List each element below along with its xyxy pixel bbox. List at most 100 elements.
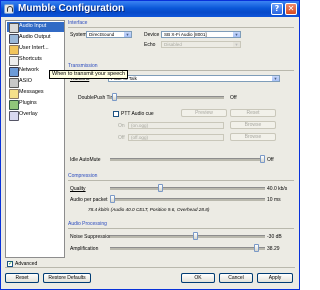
window-title: Mumble Configuration — [18, 3, 125, 14]
ptt-audio-cue-label: PTT Audio cue — [121, 111, 154, 117]
off-label: Off — [118, 135, 125, 141]
ptt-audio-cue-checkbox[interactable] — [113, 111, 119, 117]
sidebar-item-label: ASIO — [19, 78, 32, 84]
preview-button[interactable]: Preview — [181, 109, 227, 117]
off-file-input[interactable]: (off.ogg) — [128, 134, 224, 141]
noise-suppression-value: -30 dB — [267, 234, 282, 240]
amplification-slider[interactable] — [110, 244, 265, 252]
quality-value: 40.0 kb/s — [267, 186, 288, 192]
compression-section-title: Compression — [68, 173, 98, 179]
footer-divider — [5, 267, 295, 268]
overlay-icon — [9, 111, 19, 121]
divider — [68, 27, 294, 28]
audio-per-packet-slider[interactable] — [110, 195, 265, 203]
sidebar-item-label: Overlay — [19, 111, 38, 117]
doublepush-slider[interactable] — [112, 93, 224, 101]
sidebar-item-label: Shortcuts — [19, 56, 42, 62]
echo-label: Echo — [144, 42, 156, 48]
sidebar-item-label: Plugins — [19, 100, 37, 106]
reset-cue-button[interactable]: Reset — [230, 109, 276, 117]
restore-defaults-button[interactable]: Restore Defaults — [43, 273, 91, 283]
settings-panel: Interface System DirectSound ▼ Device SB… — [68, 20, 296, 258]
close-button[interactable]: ✕ — [285, 3, 297, 15]
slider-thumb[interactable] — [254, 244, 259, 252]
sidebar-item-shortcuts[interactable]: Shortcuts — [7, 55, 64, 66]
transmit-select[interactable]: Push To Talk ▼ — [108, 75, 280, 82]
divider — [68, 228, 294, 229]
echo-value: Disabled — [164, 42, 182, 47]
slider-track — [110, 235, 265, 238]
sidebar-item-label: Network — [19, 67, 39, 73]
slider-thumb[interactable] — [260, 155, 265, 163]
messages-icon — [9, 89, 19, 99]
system-value: DirectSound — [89, 32, 115, 37]
browse-on-button[interactable]: Browse — [230, 121, 276, 129]
asio-icon — [9, 78, 19, 88]
idle-automute-label: Idle AutoMute — [70, 157, 101, 163]
system-select[interactable]: DirectSound ▼ — [86, 31, 132, 38]
sidebar-item-label: Messages — [19, 89, 44, 95]
slider-thumb[interactable] — [112, 93, 117, 101]
mumble-app-icon — [4, 4, 14, 14]
slider-track — [110, 158, 265, 161]
title-bar[interactable]: Mumble Configuration ? ✕ — [1, 1, 299, 17]
sidebar-item-plugins[interactable]: Plugins — [7, 99, 64, 110]
settings-category-list: Audio Input Audio Output User Interf... … — [5, 20, 65, 258]
chevron-down-icon: ▼ — [233, 42, 240, 47]
user-interface-icon — [9, 45, 19, 55]
chevron-down-icon: ▼ — [233, 32, 240, 37]
mumble-configuration-window: Mumble Configuration ? ✕ Audio Input Aud… — [0, 0, 300, 290]
slider-thumb[interactable] — [193, 232, 198, 240]
divider — [68, 180, 294, 181]
quality-label: Quality — [70, 186, 86, 192]
sidebar-item-label: Audio Input — [19, 23, 47, 29]
sidebar-item-audio-output[interactable]: Audio Output — [7, 33, 64, 44]
keyboard-icon — [9, 56, 19, 66]
doublepush-value: Off — [230, 95, 237, 101]
on-label: On — [118, 123, 125, 129]
device-value: SB X-Fi Audio [8001] — [164, 32, 207, 37]
transmit-tooltip: When to transmit your speech — [49, 70, 129, 79]
slider-track — [110, 187, 265, 190]
on-file-input[interactable]: (on.ogg) — [128, 122, 224, 129]
reset-button[interactable]: Reset — [5, 273, 39, 283]
amplification-label: Amplification — [70, 246, 99, 252]
interface-section-title: Interface — [68, 20, 88, 26]
speaker-icon — [9, 34, 19, 44]
device-label: Device — [144, 32, 160, 38]
chevron-down-icon: ▼ — [272, 76, 279, 81]
audio-per-packet-label: Audio per packet — [70, 197, 108, 203]
slider-track — [110, 247, 265, 250]
sidebar-item-label: User Interf... — [19, 45, 49, 51]
sidebar-item-messages[interactable]: Messages — [7, 88, 64, 99]
sidebar-item-user-interface[interactable]: User Interf... — [7, 44, 64, 55]
slider-thumb[interactable] — [158, 184, 163, 192]
ok-button[interactable]: OK — [181, 273, 215, 283]
apply-button[interactable]: Apply — [257, 273, 293, 283]
chevron-down-icon: ▼ — [124, 32, 131, 37]
help-button[interactable]: ? — [271, 3, 283, 15]
idle-automute-value: Off — [267, 157, 274, 163]
cancel-button[interactable]: Cancel — [219, 273, 253, 283]
transmission-section-title: Transmission — [68, 63, 98, 69]
noise-suppression-slider[interactable] — [110, 232, 265, 240]
slider-thumb[interactable] — [110, 195, 115, 203]
sidebar-item-overlay[interactable]: Overlay — [7, 110, 64, 121]
browse-off-button[interactable]: Browse — [230, 133, 276, 141]
slider-track — [112, 96, 224, 99]
system-label: System — [70, 32, 87, 38]
idle-automute-slider[interactable] — [110, 155, 265, 163]
audio-per-packet-value: 10 ms — [267, 197, 281, 203]
sidebar-item-audio-input[interactable]: Audio Input — [7, 22, 64, 33]
echo-select[interactable]: Disabled ▼ — [161, 41, 241, 48]
audio-processing-section-title: Audio Processing — [68, 221, 107, 227]
bitrate-summary: 78.4 kbit/s (Audio 40.0 CELT, Position 9… — [88, 207, 210, 212]
slider-track — [110, 198, 265, 201]
sidebar-item-label: Audio Output — [19, 34, 51, 40]
quality-slider[interactable] — [110, 184, 265, 192]
noise-suppression-label: Noise Suppression — [70, 234, 112, 240]
network-icon — [9, 67, 19, 77]
plugins-icon — [9, 100, 19, 110]
device-select[interactable]: SB X-Fi Audio [8001] ▼ — [161, 31, 241, 38]
microphone-icon — [9, 23, 19, 33]
